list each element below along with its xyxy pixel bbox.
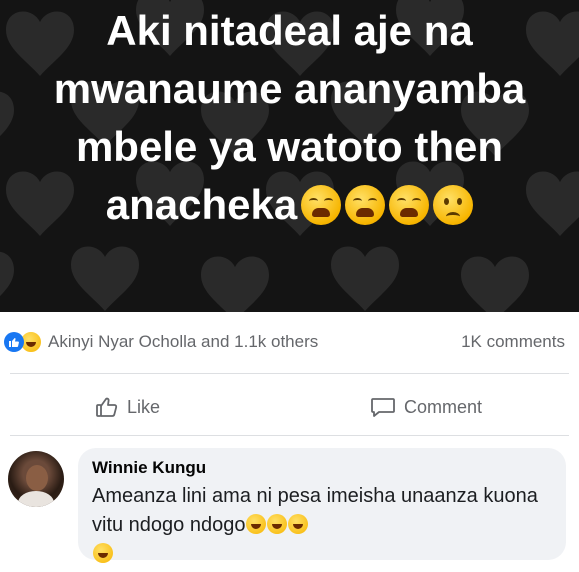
comment-icon (371, 398, 395, 417)
like-button[interactable]: Like (95, 395, 160, 419)
comment-author[interactable]: Winnie Kungu (92, 458, 552, 478)
laughing-face-icon (288, 514, 309, 534)
reactions-bar: Akinyi Nyar Ocholla and 1.1k others 1K c… (0, 322, 579, 362)
weary-face-icon (389, 185, 430, 225)
caption-line: anacheka (105, 181, 298, 228)
thumbs-up-icon (96, 397, 118, 417)
post-image: Aki nitadeal aje na mwanaume ananyamba m… (0, 0, 579, 312)
post-image-caption: Aki nitadeal aje na mwanaume ananyamba m… (0, 0, 579, 312)
like-icon[interactable] (4, 332, 24, 352)
caption-line: mwanaume ananyamba (53, 65, 526, 112)
comment-button[interactable]: Comment (370, 395, 482, 419)
caption-line-with-emojis: anacheka (0, 176, 579, 234)
avatar[interactable] (8, 451, 64, 507)
comment-bubble: Winnie Kungu Ameanza lini ama ni pesa im… (78, 448, 566, 563)
like-label: Like (127, 396, 161, 417)
reactions-summary[interactable]: Akinyi Nyar Ocholla and 1.1k others (48, 332, 461, 352)
caption-line: Aki nitadeal aje na (106, 7, 473, 54)
laughing-face-icon (246, 514, 267, 534)
laughing-face-icon (93, 543, 113, 563)
post-actions: Like Comment (0, 386, 579, 428)
comment-label: Comment (404, 396, 483, 417)
caption-line: mbele ya watoto then (75, 123, 504, 170)
divider (10, 435, 569, 436)
comments-count[interactable]: 1K comments (461, 332, 565, 352)
comment-body: Ameanza lini ama ni pesa imeisha unaanza… (92, 485, 538, 536)
weary-face-icon (301, 185, 342, 225)
divider (10, 373, 569, 374)
frowning-face-icon (433, 185, 474, 225)
comment-text: Ameanza lini ama ni pesa imeisha unaanza… (92, 482, 552, 569)
comment-item: Winnie Kungu Ameanza lini ama ni pesa im… (0, 448, 579, 572)
weary-face-icon (345, 185, 386, 225)
laughing-face-icon (267, 514, 288, 534)
